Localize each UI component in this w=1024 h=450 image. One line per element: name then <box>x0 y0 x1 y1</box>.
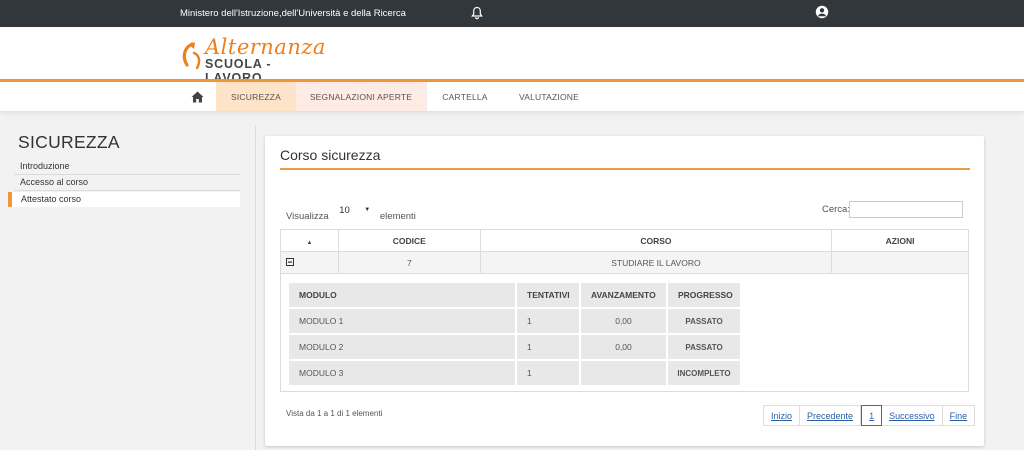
nav-cartella[interactable]: CARTELLA <box>430 82 500 111</box>
module-avanzamento: 0,00 <box>579 333 668 361</box>
column-header-modulo: MODULO <box>287 281 517 309</box>
column-header-tentativi: TENTATIVI <box>515 281 581 309</box>
module-row: MODULO 3 1 INCOMPLETO <box>287 359 742 387</box>
table-header-row: ▲ CODICE CORSO AZIONI <box>280 229 969 252</box>
module-progresso: PASSATO <box>666 307 742 335</box>
module-tentativi: 1 <box>515 359 581 387</box>
home-icon[interactable] <box>191 91 204 103</box>
cell-codice: 7 <box>337 251 481 274</box>
column-header-codice[interactable]: CODICE <box>337 229 481 252</box>
ministry-name: Ministero dell'Istruzione,dell'Universit… <box>180 8 406 19</box>
module-progresso: PASSATO <box>666 333 742 361</box>
module-avanzamento <box>579 359 668 387</box>
minus-square-icon[interactable] <box>286 257 294 266</box>
modules-table: MODULO TENTATIVI AVANZAMENTO PROGRESSO M… <box>287 281 742 387</box>
nav-valutazione[interactable]: VALUTAZIONE <box>506 82 592 111</box>
pager-next-button[interactable]: Successivo <box>882 405 943 426</box>
table-row: 7 STUDIARE IL LAVORO <box>280 251 969 274</box>
column-header-avanzamento: AVANZAMENTO <box>579 281 668 309</box>
pager-prev-button[interactable]: Precedente <box>800 405 862 426</box>
column-header-progresso: PROGRESSO <box>666 281 742 309</box>
sidebar: SICUREZZA Introduzione Accesso al corso <box>0 125 256 450</box>
page-length-value: 10 <box>339 205 350 216</box>
main-nav: SICUREZZA SEGNALAZIONI APERTE CARTELLA V… <box>0 82 1024 112</box>
module-name: MODULO 1 <box>287 307 517 335</box>
sort-column-header[interactable]: ▲ <box>280 229 339 252</box>
top-bar: Ministero dell'Istruzione,dell'Universit… <box>0 0 1024 27</box>
course-panel: Corso sicurezza Visualizza 10 ▼ elementi… <box>265 136 984 446</box>
page-length-control: Visualizza 10 ▼ elementi <box>286 205 416 222</box>
chevron-down-icon: ▼ <box>364 207 371 213</box>
sidebar-item-attestato-corso[interactable]: Attestato corso <box>8 192 240 207</box>
nav-segnalazioni-aperte[interactable]: SEGNALAZIONI APERTE <box>296 82 426 111</box>
alternanza-logo[interactable]: Alternanza SCUOLA - LAVORO <box>180 36 325 85</box>
panel-title: Corso sicurezza <box>280 147 381 163</box>
pager-page-button[interactable]: 1 <box>861 405 883 426</box>
logo-title: Alternanza <box>205 35 326 59</box>
sort-up-icon: ▲ <box>306 239 313 246</box>
column-header-corso[interactable]: CORSO <box>479 229 833 252</box>
module-tentativi: 1 <box>515 307 581 335</box>
title-underline <box>280 168 970 170</box>
module-tentativi: 1 <box>515 333 581 361</box>
bell-icon[interactable] <box>471 6 483 20</box>
user-circle-icon[interactable] <box>815 5 829 19</box>
pager-last-button[interactable]: Fine <box>942 405 976 426</box>
pager-first-button[interactable]: Inizio <box>763 405 801 426</box>
module-row: MODULO 1 1 0,00 PASSATO <box>287 307 742 335</box>
header <box>0 27 1024 79</box>
page-length-select[interactable]: 10 ▼ <box>335 205 373 219</box>
sidebar-item-introduzione[interactable]: Introduzione <box>20 158 240 174</box>
logo-arrow-icon <box>182 42 201 70</box>
sidebar-title: SICUREZZA <box>18 132 120 152</box>
modules-header-row: MODULO TENTATIVI AVANZAMENTO PROGRESSO <box>287 281 742 309</box>
search-label: Cerca: <box>822 204 850 215</box>
cell-azioni <box>831 251 969 274</box>
table-info: Vista da 1 a 1 di 1 elementi <box>286 409 383 418</box>
module-name: MODULO 3 <box>287 359 517 387</box>
pagination: Inizio Precedente 1 Successivo Fine <box>763 405 976 426</box>
module-name: MODULO 2 <box>287 333 517 361</box>
show-prefix: Visualizza <box>286 211 329 222</box>
column-header-azioni: AZIONI <box>831 229 969 252</box>
module-row: MODULO 2 1 0,00 PASSATO <box>287 333 742 361</box>
nav-sicurezza[interactable]: SICUREZZA <box>216 82 296 111</box>
row-toggle-cell[interactable] <box>280 251 339 274</box>
module-progresso: INCOMPLETO <box>666 359 742 387</box>
sidebar-divider <box>14 190 240 191</box>
cell-corso: STUDIARE IL LAVORO <box>479 251 833 274</box>
sidebar-item-accesso-al-corso[interactable]: Accesso al corso <box>20 174 240 190</box>
show-suffix: elementi <box>379 211 416 222</box>
search-input[interactable] <box>849 201 963 218</box>
nav-separator <box>426 82 427 111</box>
module-avanzamento: 0,00 <box>579 307 668 335</box>
